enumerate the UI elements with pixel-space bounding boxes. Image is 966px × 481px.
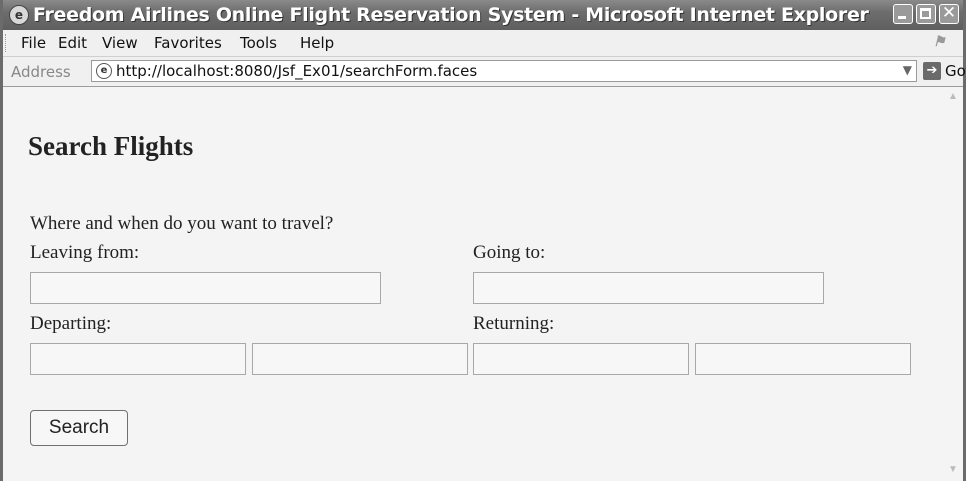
address-bar: Address e http://localhost:8080/Jsf_Ex01… [3,57,966,87]
page-title: Search Flights [28,131,194,161]
departing-date-input[interactable] [30,343,246,375]
address-label: Address [11,63,71,81]
vertical-scrollbar[interactable]: ▲ ▼ [945,87,963,481]
search-button[interactable]: Search [30,410,128,446]
going-to-input[interactable] [473,272,824,304]
maximize-button[interactable] [916,4,936,24]
chevron-down-icon[interactable]: ▼ [903,63,912,77]
title-bar: e Freedom Airlines Online Flight Reserva… [3,0,963,30]
leaving-from-input[interactable] [30,272,381,304]
windows-logo-icon: ⚑ [933,34,946,50]
menu-favorites[interactable]: Favorites [154,34,222,52]
minimize-icon [898,16,906,19]
returning-label: Returning: [473,313,555,334]
go-button[interactable]: ➔ Go [923,62,966,82]
menu-edit[interactable]: Edit [58,34,87,52]
leaving-from-label: Leaving from: [30,242,140,263]
departing-time-input[interactable] [252,343,468,375]
menu-bar: File Edit View Favorites Tools Help ⚑ [3,30,963,57]
menu-file[interactable]: File [21,34,46,52]
going-to-label: Going to: [473,242,546,263]
departing-label: Departing: [30,313,112,334]
menu-grip [5,34,8,52]
go-arrow-icon: ➔ [923,62,941,80]
maximize-icon [920,8,931,19]
close-button[interactable]: ✕ [939,3,959,24]
scroll-up-icon[interactable]: ▲ [948,91,958,102]
menu-help[interactable]: Help [300,34,334,52]
returning-time-input[interactable] [695,343,911,375]
menu-tools[interactable]: Tools [240,34,277,52]
address-url: http://localhost:8080/Jsf_Ex01/searchFor… [116,62,478,80]
menu-view[interactable]: View [102,34,138,52]
returning-date-input[interactable] [473,343,689,375]
travel-prompt: Where and when do you want to travel? [30,213,334,234]
close-icon: ✕ [941,3,957,23]
page-content: Search Flights Where and when do you wan… [3,87,963,481]
browser-window: e Freedom Airlines Online Flight Reserva… [0,0,966,481]
scroll-down-icon[interactable]: ▼ [948,464,958,475]
internet-explorer-icon: e [9,5,29,25]
window-title: Freedom Airlines Online Flight Reservati… [33,4,869,26]
address-input[interactable]: e http://localhost:8080/Jsf_Ex01/searchF… [91,60,917,82]
ie-page-icon: e [96,63,112,79]
go-label: Go [945,62,966,80]
minimize-button[interactable] [893,4,913,24]
